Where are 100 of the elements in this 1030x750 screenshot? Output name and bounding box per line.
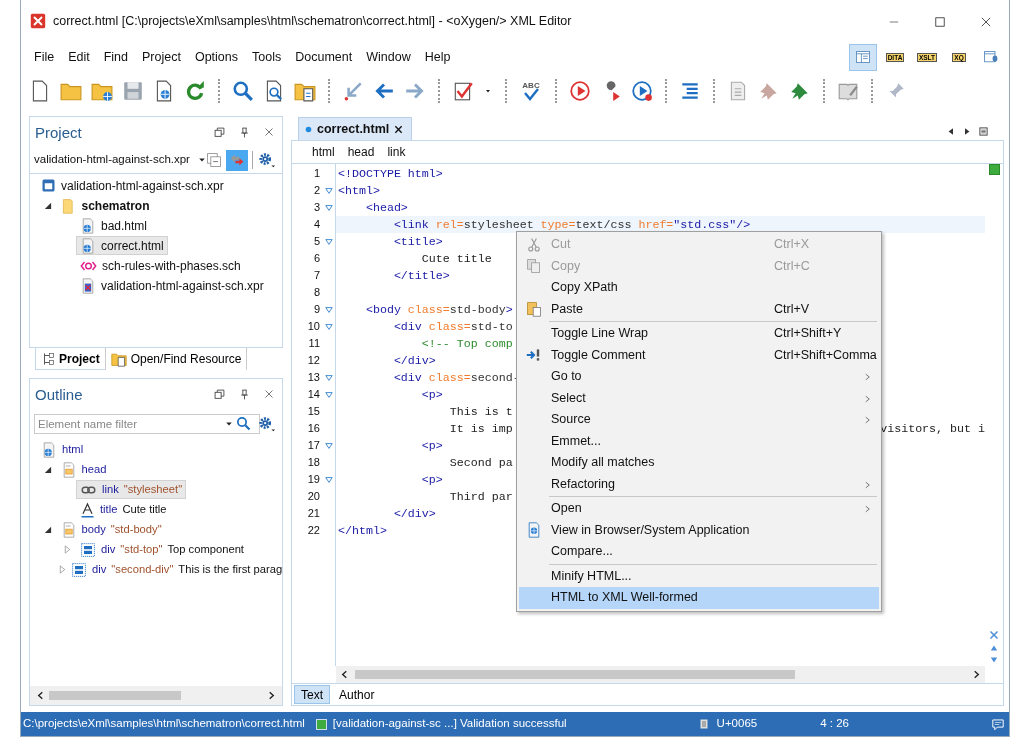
tree-item[interactable]: div "second-div" This is the first parag: [67, 560, 282, 579]
menu-item[interactable]: Go to: [519, 366, 879, 388]
menu-item[interactable]: Select: [519, 387, 879, 409]
tree-item[interactable]: sch-rules-with-phases.sch: [76, 256, 245, 275]
breadcrumb-item[interactable]: link: [387, 143, 406, 161]
paste-icon: [526, 301, 542, 318]
window-icon: [41, 178, 56, 193]
panel-title: Project: [34, 123, 83, 143]
menu-item[interactable]: Document: [288, 47, 360, 67]
copy-icon: [526, 258, 542, 275]
link-with-editor-button[interactable]: [225, 149, 248, 171]
close-icon[interactable]: [394, 124, 404, 134]
collapse-all-icon[interactable]: [205, 152, 222, 168]
menu-item[interactable]: Emmet...: [519, 430, 879, 452]
run-icon[interactable]: [569, 80, 591, 102]
expand-arrow-icon[interactable]: [62, 545, 72, 554]
restore-icon[interactable]: [214, 126, 225, 138]
right-arrow-icon[interactable]: [963, 127, 971, 136]
code-line: <link rel=stylesheet type=text/css href="std.css"/>: [392, 216, 751, 233]
restore-icon[interactable]: [214, 388, 225, 400]
scroll-up-icon[interactable]: [989, 644, 999, 652]
format-icon[interactable]: [679, 80, 701, 102]
search-icon[interactable]: [232, 80, 254, 102]
settings-icon[interactable]: [257, 414, 277, 433]
breadcrumb-item[interactable]: head: [347, 143, 375, 161]
menu-item[interactable]: HTML to XML Well-formed: [519, 587, 879, 609]
panel-tab[interactable]: Open/Find Resource: [105, 348, 248, 370]
fold-icon[interactable]: [324, 441, 334, 450]
menu-item[interactable]: Open: [519, 498, 879, 520]
tree-item[interactable]: correct.html: [76, 236, 168, 255]
collapse-arrow-icon[interactable]: [43, 465, 52, 474]
perspective-button[interactable]: [849, 43, 877, 71]
tree-item[interactable]: bad.html: [76, 216, 152, 235]
menu-item[interactable]: Project: [135, 47, 188, 67]
mode-tab[interactable]: Text: [294, 685, 330, 704]
code-line: </div>: [392, 352, 436, 369]
tree-item[interactable]: link "stylesheet": [76, 480, 187, 499]
collapse-arrow-icon[interactable]: [43, 201, 52, 210]
panel-tab[interactable]: Project: [35, 348, 106, 370]
panel-title: Outline: [34, 385, 84, 405]
collapse-arrow-icon[interactable]: [43, 525, 52, 534]
filter-field[interactable]: Element name filter: [34, 413, 260, 434]
globe-document-icon: [526, 521, 542, 540]
error-marker-icon[interactable]: [989, 630, 999, 640]
menu-item[interactable]: Compare...: [519, 541, 879, 563]
maximize-icon[interactable]: [934, 15, 946, 28]
scroll-right-icon[interactable]: [972, 670, 981, 679]
left-arrow-icon[interactable]: [947, 127, 955, 136]
tree-item[interactable]: head: [56, 460, 111, 479]
menu-item[interactable]: File: [27, 47, 62, 67]
line-number: 17: [306, 438, 320, 454]
menu-icon[interactable]: [979, 127, 988, 136]
code-line: </div>: [392, 505, 436, 522]
mode-tab[interactable]: Author: [332, 685, 382, 704]
scroll-down-icon[interactable]: [989, 656, 999, 664]
debug-icon[interactable]: [631, 80, 653, 102]
code-line: </html>: [338, 522, 387, 539]
menu-item[interactable]: Options: [187, 47, 246, 67]
tree-item[interactable]: schematron: [56, 196, 154, 215]
menu-item[interactable]: Refactoring: [519, 473, 879, 495]
menu-item[interactable]: Find: [96, 47, 136, 67]
scrollbar-thumb[interactable]: [49, 691, 181, 700]
tree-item[interactable]: body "std-body": [56, 520, 166, 539]
tree-item[interactable]: html: [37, 440, 88, 459]
project-selector[interactable]: validation-html-against-sch.xpr: [34, 151, 206, 169]
fold-icon[interactable]: [324, 237, 334, 246]
diagonal-arrow-icon[interactable]: [342, 80, 364, 102]
menu-item[interactable]: Window: [359, 47, 418, 67]
menu-item[interactable]: Modify all matches: [519, 452, 879, 474]
arrows-icon: [228, 152, 245, 168]
tree-item[interactable]: div "std-top" Top component: [76, 540, 248, 559]
tree-item[interactable]: validation-html-against-sch.xpr: [76, 276, 268, 295]
close-icon[interactable]: [980, 15, 992, 28]
tree-item[interactable]: validation-html-against-sch.xpr: [37, 176, 228, 195]
scroll-left-icon[interactable]: [340, 670, 349, 679]
editor-tab[interactable]: correct.html: [298, 117, 413, 140]
menu-item[interactable]: Minify HTML...: [519, 565, 879, 587]
breadcrumb-item[interactable]: html: [312, 143, 335, 161]
menu-item[interactable]: Edit: [61, 47, 97, 67]
code-line: <p>: [420, 437, 443, 454]
menu-item[interactable]: Tools: [245, 47, 289, 67]
menu-item[interactable]: Copy XPath: [519, 277, 879, 299]
scrollbar-thumb[interactable]: [355, 670, 795, 679]
refresh-icon[interactable]: [184, 80, 206, 102]
save-icon[interactable]: [122, 80, 144, 102]
expand-arrow-icon[interactable]: [58, 565, 67, 574]
dot-icon: [305, 125, 312, 133]
validate-icon[interactable]: [452, 80, 474, 102]
menu-item[interactable]: Paste Ctrl+V: [519, 298, 879, 320]
fold-icon[interactable]: [324, 475, 334, 484]
menu-item[interactable]: Source: [519, 409, 879, 431]
tree-item[interactable]: title Cute title: [76, 500, 171, 519]
menu-item[interactable]: Toggle Line Wrap Ctrl+Shift+Y: [519, 323, 879, 345]
menu-item[interactable]: Toggle Comment Ctrl+Shift+Comma: [519, 344, 879, 366]
menu-item[interactable]: View in Browser/System Application: [519, 519, 879, 541]
settings-icon[interactable]: [256, 151, 277, 169]
menu-item[interactable]: Help: [417, 47, 458, 67]
chat-icon[interactable]: [991, 717, 1005, 731]
scroll-right-icon[interactable]: [267, 691, 276, 700]
scroll-left-icon[interactable]: [36, 691, 45, 700]
